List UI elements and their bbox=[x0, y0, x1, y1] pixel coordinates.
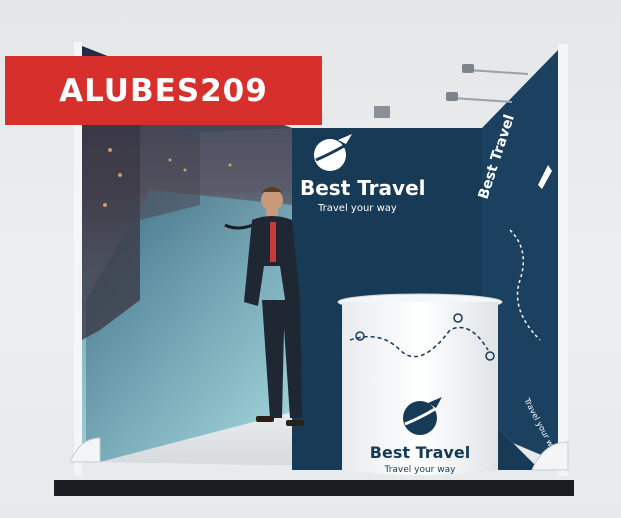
product-label-tag: ALUBES209 bbox=[5, 56, 322, 125]
counter-brand-tagline: Travel your way bbox=[384, 465, 457, 475]
counter-brand-name: Best Travel bbox=[370, 443, 470, 462]
canal-buildings-left bbox=[82, 90, 140, 340]
right-frame-post bbox=[558, 44, 568, 484]
spotlight-2 bbox=[446, 92, 458, 101]
wall-brand-tagline: Travel your way bbox=[317, 203, 397, 214]
spotlight-arm-1 bbox=[467, 69, 529, 75]
booth-base-edge bbox=[54, 476, 574, 480]
wall-brand-name: Best Travel bbox=[300, 176, 426, 200]
reception-counter: Best Travel Travel your way bbox=[337, 293, 503, 475]
top-light-fixture bbox=[374, 106, 390, 118]
product-label-text: ALUBES209 bbox=[59, 72, 268, 109]
spotlight-1 bbox=[462, 64, 474, 73]
spotlight-arm-2 bbox=[451, 97, 513, 103]
canal-buildings-far bbox=[200, 128, 292, 195]
booth-product-image: Best Travel Travel your way Best Travel … bbox=[0, 0, 621, 518]
